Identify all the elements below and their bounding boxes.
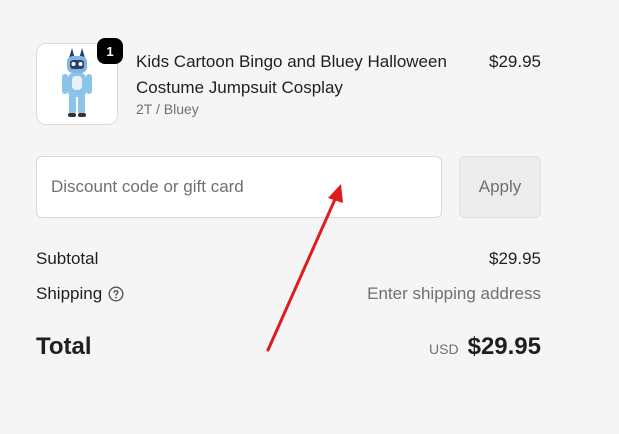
subtotal-label: Subtotal — [36, 249, 99, 268]
total-row: Total USD $29.95 — [36, 333, 541, 363]
discount-code-input[interactable] — [36, 156, 442, 218]
product-variant: 2T / Bluey — [136, 101, 199, 117]
subtotal-row: Subtotal $29.95 — [36, 249, 541, 271]
total-label: Total — [36, 333, 92, 360]
quantity-badge: 1 — [97, 38, 123, 64]
shipping-value: Enter shipping address — [367, 284, 541, 303]
total-value: $29.95 — [467, 333, 541, 360]
apply-button[interactable]: Apply — [459, 156, 541, 218]
shipping-row: Shipping Enter shipping address — [36, 284, 541, 306]
total-value-group: USD $29.95 — [429, 333, 541, 361]
annotation-arrow-line — [266, 195, 338, 352]
product-thumbnail-wrapper: 1 — [36, 38, 123, 125]
subtotal-value: $29.95 — [489, 249, 541, 268]
currency-code: USD — [429, 341, 459, 357]
shipping-label-group: Shipping — [36, 284, 124, 304]
product-title: Kids Cartoon Bingo and Bluey Halloween C… — [136, 52, 447, 97]
shipping-label: Shipping — [36, 284, 103, 303]
cart-item: 1 Kids Cartoon Bingo and Bluey Halloween… — [36, 38, 541, 125]
product-price: $29.95 — [489, 52, 541, 71]
question-circle-icon[interactable] — [108, 286, 124, 302]
